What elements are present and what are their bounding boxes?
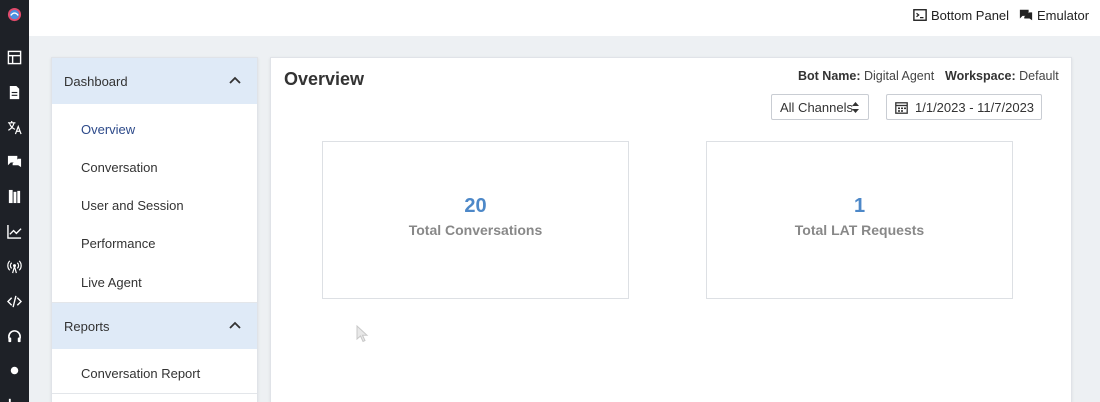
sort-arrows-icon	[852, 102, 859, 113]
sidebar-item-user-and-session[interactable]: User and Session	[81, 198, 184, 213]
workspace-label: Workspace:	[945, 69, 1016, 83]
layout-icon[interactable]	[5, 48, 23, 66]
bottom-panel-label: Bottom Panel	[931, 7, 1010, 23]
stat-label: Total LAT Requests	[794, 222, 925, 238]
stat-label: Total Conversations	[408, 222, 543, 238]
headset-icon[interactable]	[5, 327, 23, 345]
library-icon[interactable]	[5, 187, 23, 205]
icon-rail	[0, 0, 29, 402]
total-conversations-card: 20 Total Conversations	[322, 141, 629, 299]
channel-select[interactable]: All Channels	[771, 94, 869, 120]
mouse-cursor-icon	[356, 325, 369, 343]
stat-value: 20	[464, 195, 487, 217]
sidebar-item-conversation-report[interactable]: Conversation Report	[81, 366, 200, 381]
emulator-label: Emulator	[1037, 7, 1090, 23]
terminal-icon	[913, 9, 927, 21]
calendar-icon	[895, 102, 908, 114]
more-icon[interactable]	[5, 394, 23, 402]
date-range-value: 1/1/2023 - 11/7/2023	[915, 99, 1035, 115]
broadcast-icon[interactable]	[5, 257, 23, 275]
stat-value: 1	[853, 195, 866, 217]
translate-icon[interactable]	[5, 118, 23, 136]
workspace-info: Workspace: Default	[945, 69, 1059, 83]
total-lat-requests-card: 1 Total LAT Requests	[706, 141, 1013, 299]
sidebar-item-performance[interactable]: Performance	[81, 236, 155, 251]
channel-select-value: All Channels	[780, 99, 853, 115]
sidebar-item-conversation[interactable]: Conversation	[81, 160, 158, 175]
date-range-picker[interactable]: 1/1/2023 - 11/7/2023	[886, 94, 1042, 120]
section-title: Dashboard	[64, 73, 128, 89]
bottom-panel-button[interactable]: Bottom Panel	[913, 6, 1009, 24]
chevron-up-icon	[229, 76, 241, 84]
bot-name-value: Digital Agent	[864, 69, 935, 83]
sidebar-item-live-agent[interactable]: Live Agent	[81, 275, 142, 290]
chat-bubble-icon	[1019, 9, 1033, 21]
bot-name-label: Bot Name:	[798, 69, 861, 83]
page-title: Overview	[284, 69, 365, 89]
dot-icon[interactable]	[5, 361, 23, 379]
overview-panel: Overview Bot Name: Digital Agent Workspa…	[270, 57, 1072, 402]
workspace-value: Default	[1019, 69, 1059, 83]
section-header-reports[interactable]: Reports	[52, 303, 257, 349]
sidebar-item-overview[interactable]: Overview	[81, 122, 135, 137]
chevron-up-icon	[229, 321, 241, 329]
bot-name-info: Bot Name: Digital Agent	[798, 69, 934, 83]
logo-icon[interactable]	[5, 5, 23, 23]
top-bar: Bottom Panel Emulator	[29, 0, 1100, 36]
emulator-button[interactable]: Emulator	[1019, 6, 1089, 24]
sidebar-nav: Dashboard Overview Conversation User and…	[51, 57, 258, 402]
item-divider	[52, 393, 257, 394]
chart-icon[interactable]	[5, 222, 23, 240]
code-icon[interactable]	[5, 292, 23, 310]
section-header-dashboard[interactable]: Dashboard	[52, 58, 257, 104]
document-icon[interactable]	[5, 83, 23, 101]
chat-icon[interactable]	[5, 152, 23, 170]
section-title: Reports	[64, 318, 110, 334]
